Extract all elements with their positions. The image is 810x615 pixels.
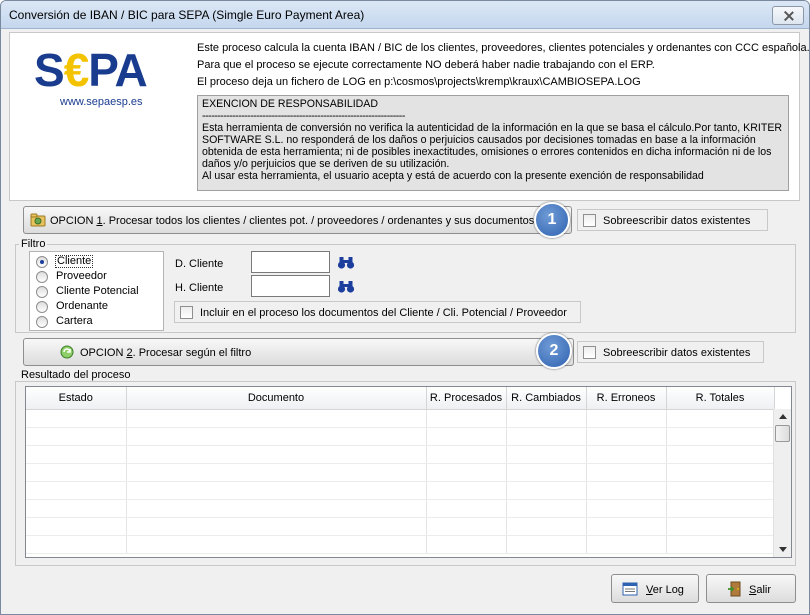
exit-door-icon: [728, 581, 741, 597]
radio-proveedor[interactable]: [36, 271, 48, 283]
arrow-up-icon: [779, 414, 787, 419]
scroll-down-arrow[interactable]: [774, 542, 791, 557]
entity-radio-group: Cliente Proveedor Cliente Potencial Orde…: [29, 251, 164, 331]
view-log-button[interactable]: Ver Log: [611, 574, 699, 603]
exit-button[interactable]: Salir: [706, 574, 796, 603]
disclaimer-line: Al usar esta herramienta, el usuario ace…: [202, 170, 704, 182]
radio-cartera-label: Cartera: [56, 315, 93, 327]
from-client-input[interactable]: [251, 251, 330, 273]
option1-prefix: OPCION: [50, 215, 97, 227]
results-title: Resultado del proceso: [19, 369, 133, 381]
disclaimer-line: obtenida de esta herramienta; ni de posi…: [202, 146, 772, 158]
table-row[interactable]: [26, 499, 775, 518]
disclaimer-line: SOFTWARE S.L. no responderá de los daños…: [202, 134, 756, 146]
info-line-3: El proceso deja un fichero de LOG en p:\…: [197, 76, 641, 88]
sepa-url: www.sepaesp.es: [60, 96, 143, 108]
col-cambiados[interactable]: R. Cambiados: [506, 387, 587, 410]
step-1-badge: 1: [534, 202, 570, 238]
col-erroneos[interactable]: R. Erroneos: [586, 387, 667, 410]
results-grid: Estado Documento R. Procesados R. Cambia…: [26, 387, 775, 554]
radio-cliente-label: Cliente: [55, 255, 94, 268]
results-table[interactable]: Estado Documento R. Procesados R. Cambia…: [25, 386, 792, 558]
log-window-icon: [622, 582, 638, 596]
option1-overwrite-group: Sobreescribir datos existentes: [577, 209, 768, 231]
from-client-label: D. Cliente: [175, 258, 224, 270]
option2-label: . Procesar según el filtro: [132, 347, 252, 359]
include-docs-label: Incluir en el proceso los documentos del…: [200, 307, 567, 319]
refresh-process-icon: [60, 345, 74, 359]
table-row[interactable]: [26, 535, 775, 554]
col-procesados[interactable]: R. Procesados: [426, 387, 507, 410]
option1-button[interactable]: OPCION 1. Procesar todos los clientes / …: [23, 206, 572, 234]
disclaimer-line: Esta herramienta de conversión no verifi…: [202, 122, 783, 134]
table-row[interactable]: [26, 409, 775, 428]
option2-overwrite-label: Sobreescribir datos existentes: [603, 347, 751, 359]
info-line-2: Para que el proceso se ejecute correctam…: [197, 59, 655, 71]
option2-button[interactable]: OPCION 2. Procesar según el filtro: [23, 338, 574, 366]
include-docs-group: Incluir en el proceso los documentos del…: [174, 301, 581, 323]
view-log-label: er Log: [652, 584, 684, 596]
disclaimer-line: daños y/o perjuicios que se deriven de s…: [202, 158, 450, 170]
to-client-label: H. Cliente: [175, 282, 224, 294]
to-client-input[interactable]: [251, 275, 330, 297]
radio-ordenante[interactable]: [36, 301, 48, 313]
disclaimer-box: EXENCION DE RESPONSABILIDAD ------------…: [197, 95, 789, 191]
table-row[interactable]: [26, 517, 775, 536]
main-window: Conversión de IBAN / BIC para SEPA (Simg…: [0, 0, 810, 615]
view-log-label-key: V: [646, 584, 653, 596]
include-docs-checkbox[interactable]: [180, 306, 193, 319]
exit-label: alir: [756, 584, 772, 596]
radio-cartera[interactable]: [36, 316, 48, 328]
sepa-logo: S€PA: [34, 44, 148, 96]
info-panel: S€PA www.sepaesp.es Este proceso calcula…: [9, 32, 809, 201]
step-2-badge: 2: [536, 333, 572, 369]
radio-ordenante-label: Ordenante: [56, 300, 108, 312]
binoculars-search-icon[interactable]: [337, 280, 355, 294]
option1-label: . Procesar todos los clientes / clientes…: [102, 215, 535, 227]
disclaimer-title: EXENCION DE RESPONSABILIDAD: [202, 98, 379, 110]
radio-proveedor-label: Proveedor: [56, 270, 107, 282]
table-row[interactable]: [26, 427, 775, 446]
info-line-1: Este proceso calcula la cuenta IBAN / BI…: [197, 42, 810, 54]
option1-overwrite-checkbox[interactable]: [583, 214, 596, 227]
window-title: Conversión de IBAN / BIC para SEPA (Simg…: [9, 8, 365, 22]
arrow-down-icon: [779, 547, 787, 552]
filter-title: Filtro: [19, 238, 48, 250]
radio-cliente[interactable]: [36, 256, 48, 268]
scroll-up-arrow[interactable]: [774, 409, 791, 424]
table-row[interactable]: [26, 481, 775, 500]
table-row[interactable]: [26, 445, 775, 464]
radio-cliente-potencial-label: Cliente Potencial: [56, 285, 139, 297]
folder-process-icon: [30, 213, 46, 227]
table-row[interactable]: [26, 463, 775, 482]
col-documento[interactable]: Documento: [126, 387, 427, 410]
option1-overwrite-label: Sobreescribir datos existentes: [603, 215, 751, 227]
radio-cliente-potencial[interactable]: [36, 286, 48, 298]
results-scrollbar[interactable]: [773, 409, 791, 557]
disclaimer-separator: ----------------------------------------…: [202, 110, 405, 122]
col-estado[interactable]: Estado: [26, 387, 127, 410]
title-bar: Conversión de IBAN / BIC para SEPA (Simg…: [1, 1, 809, 29]
option2-overwrite-group: Sobreescribir datos existentes: [577, 341, 764, 363]
scroll-thumb[interactable]: [775, 425, 790, 442]
option2-prefix: OPCION: [80, 347, 127, 359]
close-icon[interactable]: [772, 6, 804, 25]
binoculars-search-icon[interactable]: [337, 256, 355, 270]
option2-overwrite-checkbox[interactable]: [583, 346, 596, 359]
col-totales[interactable]: R. Totales: [666, 387, 775, 410]
